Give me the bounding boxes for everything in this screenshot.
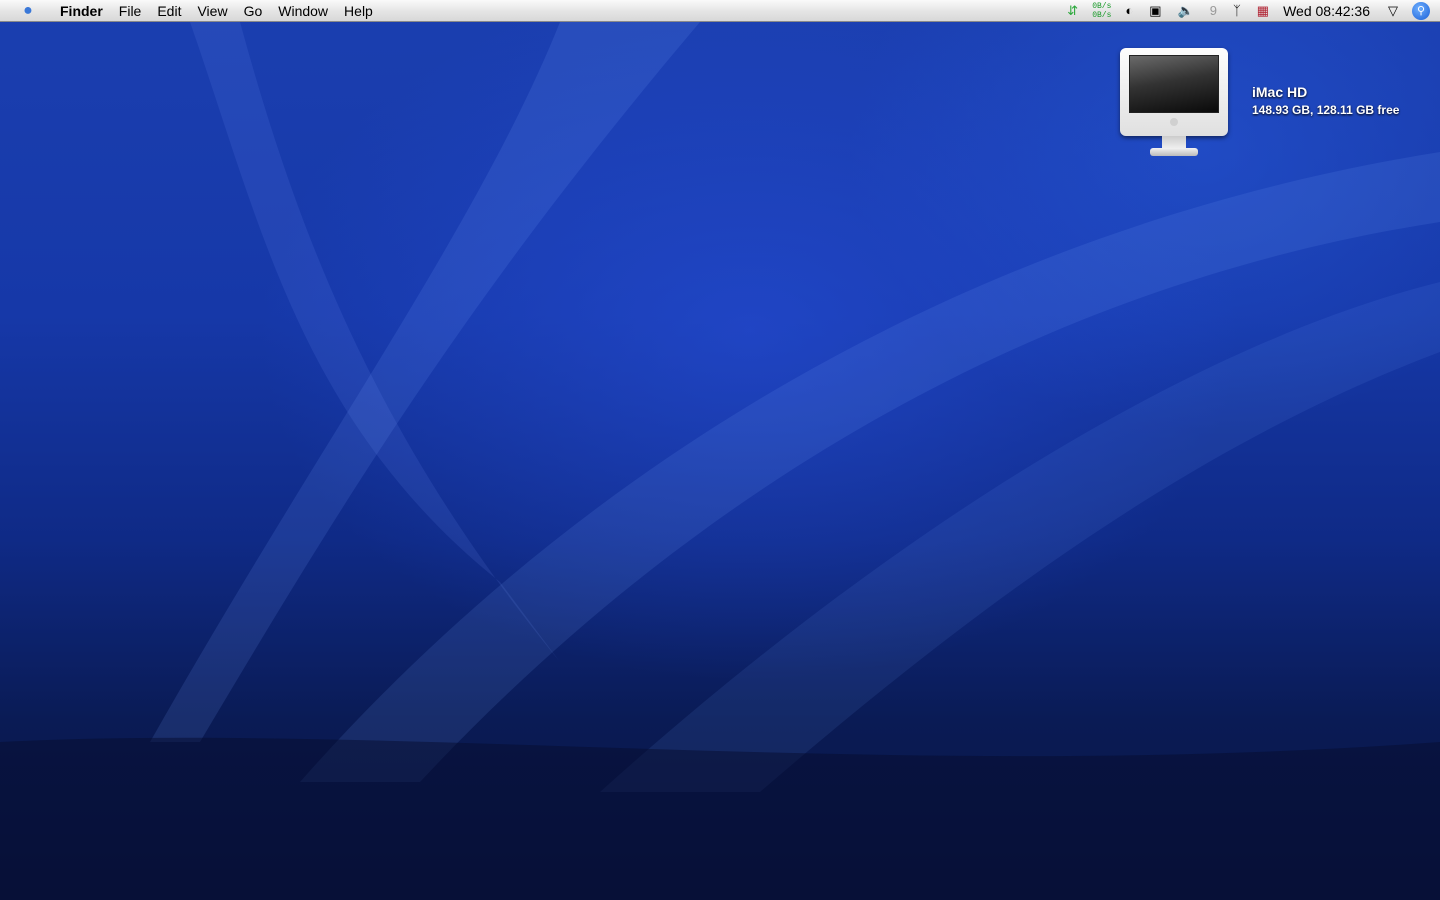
volume-icon[interactable]: 🔈 (1170, 0, 1202, 22)
display-icon[interactable]: ▣ (1141, 0, 1169, 22)
time-machine-icon[interactable]: ◐ (1117, 0, 1141, 22)
spotlight-icon[interactable]: ⚲ (1412, 1, 1430, 20)
imac-drive-icon (1118, 46, 1230, 160)
net-up: 0B/s (1092, 1, 1112, 11)
wifi-icon[interactable]: ▽ (1380, 0, 1406, 22)
uk-flag-input-icon[interactable]: ▦ (1249, 0, 1277, 22)
menu-view[interactable]: View (189, 0, 235, 22)
clock[interactable]: Wed 08:42:36 (1277, 3, 1380, 19)
desktop-icon-imac-hd[interactable]: iMac HD 148.93 GB, 128.11 GB free (1118, 46, 1399, 160)
apple-menu-icon[interactable]: ● (18, 2, 38, 20)
menu-finder[interactable]: Finder (52, 0, 111, 22)
network-monitor[interactable]: 0B/s 0B/s (1086, 2, 1117, 20)
drive-info: 148.93 GB, 128.11 GB free (1252, 103, 1400, 117)
script-icon[interactable]: 9 (1202, 0, 1225, 22)
menu-edit[interactable]: Edit (149, 0, 189, 22)
menu-bar: ● Finder File Edit View Go Window Help ⇵… (0, 0, 1440, 22)
net-down: 0B/s (1092, 10, 1112, 20)
bluetooth-icon[interactable]: ᛉ (1225, 0, 1249, 22)
menu-help[interactable]: Help (336, 0, 381, 22)
drive-name: iMac HD (1252, 84, 1308, 100)
menu-window[interactable]: Window (270, 0, 336, 22)
menu-go[interactable]: Go (236, 0, 271, 22)
menu-file[interactable]: File (111, 0, 150, 22)
sync-icon[interactable]: ⇵ (1059, 0, 1086, 22)
